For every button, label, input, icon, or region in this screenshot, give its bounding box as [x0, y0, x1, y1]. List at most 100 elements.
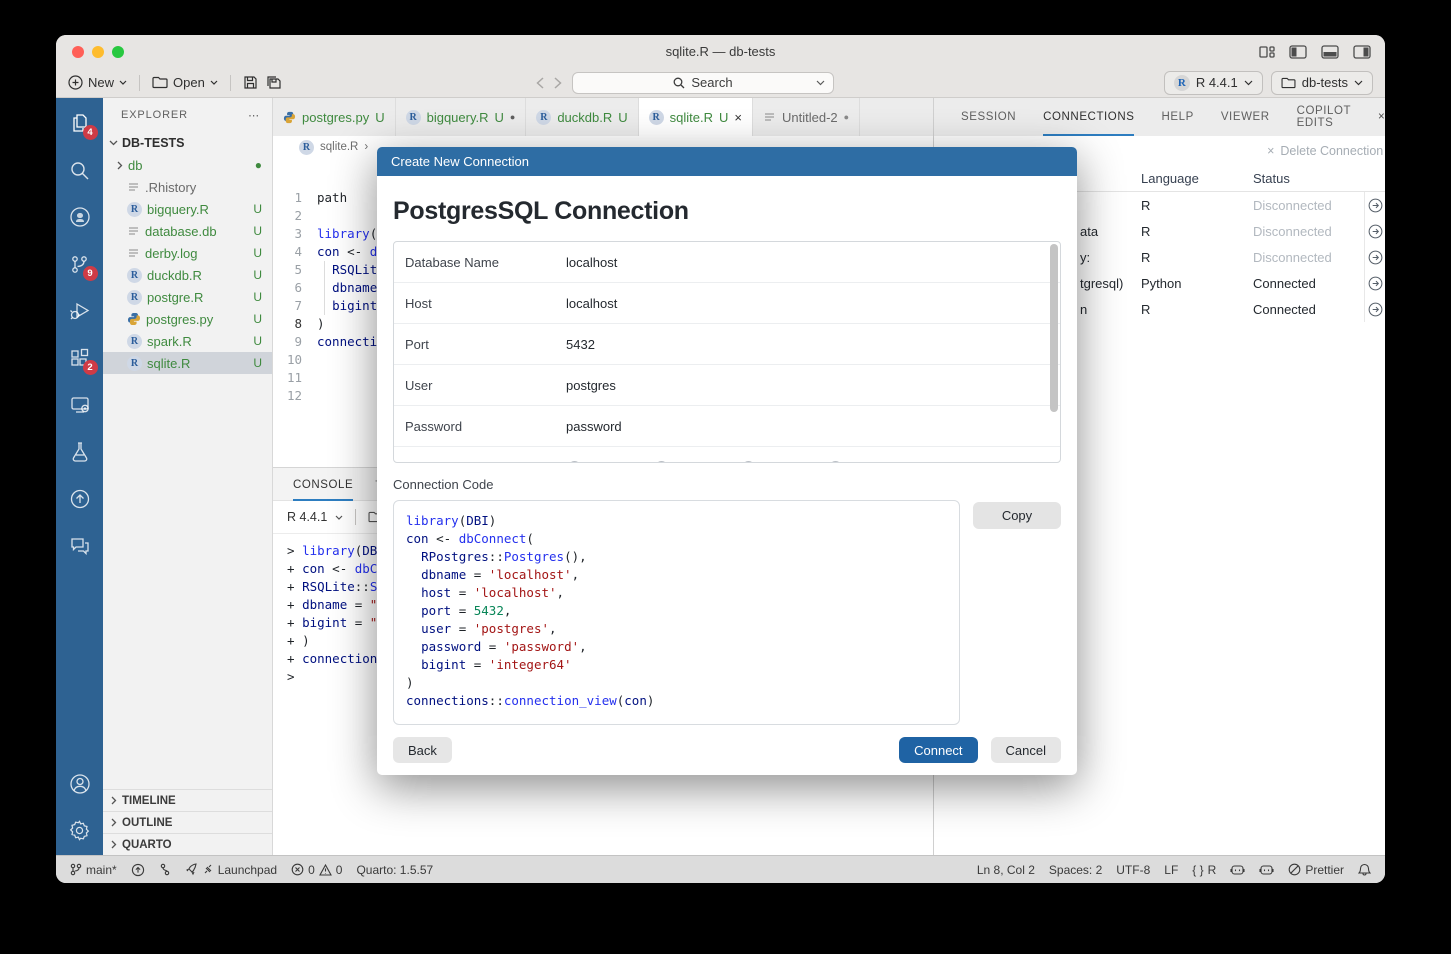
extensions-icon[interactable]: 2 — [63, 341, 97, 375]
git-branch-button[interactable]: main* — [70, 863, 117, 877]
new-button[interactable]: New — [68, 75, 127, 90]
tab-copilot-edits[interactable]: COPILOT EDITS — [1297, 98, 1351, 136]
sidebar-item-database-db[interactable]: database.db U — [103, 220, 272, 242]
sync-changes-icon[interactable] — [131, 863, 145, 877]
open-connection-icon[interactable] — [1364, 244, 1385, 270]
timeline-section[interactable]: TIMELINE — [103, 789, 272, 811]
open-connection-icon[interactable] — [1364, 192, 1385, 218]
run-debug-icon[interactable] — [63, 294, 97, 328]
close-tab-icon[interactable]: × — [734, 110, 742, 125]
chevron-down-icon[interactable] — [816, 80, 825, 86]
testing-icon[interactable] — [63, 435, 97, 469]
open-connection-icon[interactable] — [1364, 218, 1385, 244]
outline-section[interactable]: OUTLINE — [103, 811, 272, 833]
database-name-input[interactable]: localhost — [566, 255, 617, 270]
tab-duckdb-r[interactable]: R duckdb.RU — [526, 98, 638, 136]
search-view-icon[interactable] — [63, 153, 97, 187]
tab-session[interactable]: SESSION — [961, 98, 1016, 136]
toggle-left-panel-icon[interactable] — [1289, 45, 1307, 59]
close-window-button[interactable] — [72, 46, 84, 58]
connect-button[interactable]: Connect — [899, 737, 977, 763]
save-all-icon[interactable] — [266, 75, 283, 90]
open-connection-icon[interactable] — [1364, 296, 1385, 322]
close-panel-icon[interactable]: × — [1378, 111, 1385, 123]
navigate-forward-icon[interactable] — [554, 77, 562, 89]
copilot-icon[interactable] — [1230, 863, 1245, 876]
r-interpreter-selector[interactable]: R R 4.4.1 — [1164, 71, 1263, 95]
workspace-selector[interactable]: db-tests — [1271, 71, 1373, 95]
language-mode[interactable]: { } R — [1192, 863, 1216, 877]
console-r-version[interactable]: R 4.4.1 — [287, 510, 327, 524]
save-icon[interactable] — [243, 75, 258, 90]
dialog-title-bar[interactable]: Create New Connection — [377, 147, 1077, 176]
password-input[interactable]: password — [566, 419, 622, 434]
zoom-window-button[interactable] — [112, 46, 124, 58]
tab-untitled-2[interactable]: Untitled-2 ● — [753, 98, 860, 136]
formatter-button[interactable]: Prettier — [1288, 863, 1344, 877]
tab-postgres-py[interactable]: postgres.pyU — [273, 98, 396, 136]
encoding[interactable]: UTF-8 — [1116, 863, 1150, 877]
connection-type-title: PostgresSQL Connection — [393, 197, 1061, 226]
git-untracked-badge: U — [253, 312, 262, 326]
quarto-version[interactable]: Quarto: 1.5.57 — [356, 863, 433, 877]
indentation[interactable]: Spaces: 2 — [1049, 863, 1102, 877]
cursor-position[interactable]: Ln 8, Col 2 — [977, 863, 1035, 877]
copilot-edits-icon[interactable] — [1259, 863, 1274, 876]
radio-button[interactable] — [742, 461, 755, 463]
radio-button[interactable] — [568, 461, 581, 463]
sidebar-item-duckdb-r[interactable]: R duckdb.R U — [103, 264, 272, 286]
tab-connections[interactable]: CONNECTIONS — [1043, 98, 1134, 136]
sidebar-item-db-folder[interactable]: db ● — [103, 154, 272, 176]
explorer-icon[interactable]: 4 — [63, 106, 97, 140]
host-input[interactable]: localhost — [566, 296, 617, 311]
toggle-bottom-panel-icon[interactable] — [1321, 45, 1339, 59]
search-input[interactable]: Search — [572, 72, 834, 94]
customize-layout-icon[interactable] — [1259, 45, 1275, 59]
publish-icon[interactable] — [63, 482, 97, 516]
navigate-back-icon[interactable] — [536, 77, 544, 89]
quarto-section[interactable]: QUARTO — [103, 833, 272, 855]
cancel-button[interactable]: Cancel — [991, 737, 1061, 763]
delete-connection-button[interactable]: Delete Connection — [1280, 144, 1383, 158]
open-button[interactable]: Open — [152, 75, 218, 90]
account-icon[interactable] — [63, 767, 97, 801]
workspace-root-item[interactable]: DB-TESTS — [103, 132, 272, 154]
source-control-icon[interactable]: 9 — [63, 247, 97, 281]
tab-viewer[interactable]: VIEWER — [1221, 98, 1270, 136]
tab-sqlite-r[interactable]: R sqlite.RU × — [639, 98, 753, 136]
form-scrollbar[interactable] — [1050, 244, 1058, 460]
tab-console[interactable]: CONSOLE — [293, 479, 353, 501]
toggle-right-panel-icon[interactable] — [1353, 45, 1371, 59]
comments-icon[interactable] — [63, 529, 97, 563]
sidebar-item-postgres-py[interactable]: postgres.py U — [103, 308, 272, 330]
tab-bigquery-r[interactable]: R bigquery.RU ● — [396, 98, 527, 136]
new-button-label: New — [88, 75, 114, 90]
form-row-database-name: Database Name localhost — [394, 242, 1060, 283]
sidebar-item-spark-r[interactable]: R spark.R U — [103, 330, 272, 352]
back-button[interactable]: Back — [393, 737, 452, 763]
github-icon[interactable] — [63, 200, 97, 234]
eol-sequence[interactable]: LF — [1164, 863, 1178, 877]
sidebar-item-postgre-r[interactable]: R postgre.R U — [103, 286, 272, 308]
sidebar-item-derby-log[interactable]: derby.log U — [103, 242, 272, 264]
remote-explorer-icon[interactable] — [63, 388, 97, 422]
git-graph-icon[interactable] — [159, 863, 171, 876]
launchpad-button[interactable]: Launchpad — [185, 863, 277, 877]
copy-button[interactable]: Copy — [973, 502, 1061, 529]
explorer-actions-button[interactable]: ⋯ — [248, 109, 260, 122]
port-input[interactable]: 5432 — [566, 337, 595, 352]
problems-button[interactable]: 0 0 — [291, 863, 342, 877]
sidebar-item-bigquery-r[interactable]: R bigquery.R U — [103, 198, 272, 220]
minimize-window-button[interactable] — [92, 46, 104, 58]
radio-button[interactable] — [655, 461, 668, 463]
notifications-bell-icon[interactable] — [1358, 863, 1371, 877]
settings-gear-icon[interactable] — [63, 813, 97, 847]
radio-button[interactable] — [829, 461, 842, 463]
open-connection-icon[interactable] — [1364, 270, 1385, 296]
code-line: host = 'localhost', — [406, 584, 959, 602]
sidebar-item-sqlite-r[interactable]: R sqlite.R U — [103, 352, 272, 374]
sidebar-item-rhistory[interactable]: .Rhistory — [103, 176, 272, 198]
tab-help[interactable]: HELP — [1161, 98, 1193, 136]
form-row-password: Password password — [394, 406, 1060, 447]
user-input[interactable]: postgres — [566, 378, 616, 393]
